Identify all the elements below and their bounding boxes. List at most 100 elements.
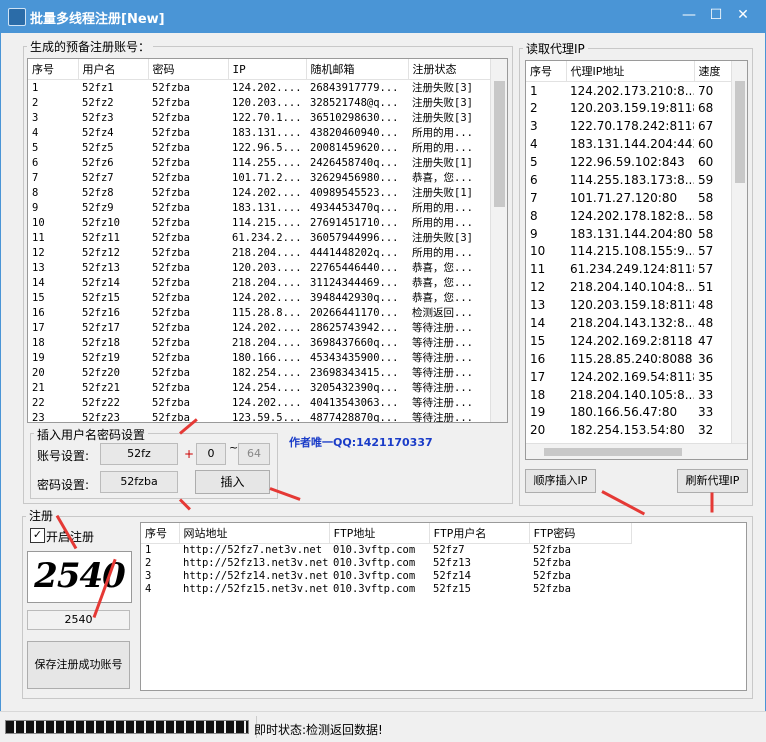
proxy-vscroll-thumb[interactable] bbox=[735, 81, 745, 183]
table-cell: 124.202.173.210:8... bbox=[570, 83, 694, 98]
sequential-insert-ip-button[interactable]: 顺序插入IP bbox=[525, 469, 596, 493]
table-row[interactable]: 1 http://52fz7.net3v.net 010.3vftp.com 52fz… bbox=[141, 544, 631, 557]
table-cell: 26843917779... bbox=[310, 81, 399, 94]
accounts-column-header[interactable]: 注册状态 bbox=[408, 59, 491, 80]
ftp-list[interactable]: 序号 网站地址 FTP地址 FTP用户名 FTP密码 1 http://52fz7.net… bbox=[140, 522, 747, 691]
table-row[interactable]: 19 52fz19 52fzba 180.166.... 45343435900... 等… bbox=[28, 350, 490, 365]
table-row[interactable]: 15 52fz15 52fzba 124.202.... 3948442930q... 恭… bbox=[28, 290, 490, 305]
table-cell: 52fz5 bbox=[82, 141, 114, 154]
table-row[interactable]: 23 52fz23 52fzba 123.59.5... 4877428870q... 等… bbox=[28, 410, 490, 423]
table-cell: 等待注册... bbox=[412, 397, 473, 409]
ftp-column-header[interactable]: FTP密码 bbox=[529, 523, 632, 544]
proxy-column-header[interactable]: 序号 bbox=[526, 61, 567, 82]
table-row[interactable]: 20 52fz20 52fzba 182.254.... 23698343415... 等… bbox=[28, 365, 490, 380]
table-row[interactable]: 2 120.203.159.19:8118 68 bbox=[526, 99, 731, 117]
accounts-column-header[interactable]: 用户名 bbox=[78, 59, 149, 80]
table-row[interactable]: 19 180.166.56.47:80 33 bbox=[526, 404, 731, 422]
accounts-list[interactable]: 序号 用户名 密码 IP 随机邮箱 注册状态 1 52fz1 52fzba 124.202...… bbox=[27, 58, 508, 423]
table-row[interactable]: 13 120.203.159.18:8118 48 bbox=[526, 296, 731, 314]
table-row[interactable]: 7 52fz7 52fzba 101.71.2... 32629456980... 恭喜，… bbox=[28, 170, 490, 185]
ftp-column-header[interactable]: FTP用户名 bbox=[429, 523, 530, 544]
table-cell: 101.71.27.120:80 bbox=[570, 190, 678, 205]
table-row[interactable]: 2 http://52fz13.net3v.net 010.3vftp.com 52f… bbox=[141, 557, 631, 570]
table-row[interactable]: 10 52fz10 52fzba 114.215.... 27691451710... 所… bbox=[28, 215, 490, 230]
table-row[interactable]: 10 114.215.108.155:9... 57 bbox=[526, 243, 731, 261]
app-icon bbox=[8, 8, 26, 26]
table-row[interactable]: 20 182.254.153.54:80 32 bbox=[526, 421, 731, 439]
table-cell: 等待注册... bbox=[412, 352, 473, 364]
end-index-input[interactable]: 64 bbox=[238, 443, 270, 465]
captcha-input[interactable]: 2540 bbox=[27, 610, 130, 630]
table-row[interactable]: 7 101.71.27.120:80 58 bbox=[526, 189, 731, 207]
table-row[interactable]: 4 52fz4 52fzba 183.131.... 43820460940... 所用的… bbox=[28, 125, 490, 140]
accounts-scroll-thumb[interactable] bbox=[494, 81, 505, 207]
table-row[interactable]: 5 52fz5 52fzba 122.96.5... 20081459620... 所用的… bbox=[28, 140, 490, 155]
accounts-scrollbar[interactable] bbox=[490, 59, 507, 422]
proxy-hscroll-thumb[interactable] bbox=[544, 448, 682, 456]
table-row[interactable]: 18 52fz18 52fzba 218.204.... 3698437660q... 等… bbox=[28, 335, 490, 350]
table-cell: 52fzba bbox=[152, 396, 190, 409]
password-input[interactable]: 52fzba bbox=[100, 471, 178, 493]
accounts-column-header[interactable]: IP bbox=[228, 59, 307, 80]
table-row[interactable]: 11 61.234.249.124:8118 57 bbox=[526, 260, 731, 278]
table-row[interactable]: 6 114.255.183.173:8... 59 bbox=[526, 171, 731, 189]
proxy-hscrollbar[interactable] bbox=[526, 443, 747, 459]
accounts-column-header[interactable]: 密码 bbox=[148, 59, 229, 80]
table-cell: 3 bbox=[530, 119, 538, 134]
table-row[interactable]: 5 122.96.59.102:843 60 bbox=[526, 153, 731, 171]
table-row[interactable]: 4 183.131.144.204:443 60 bbox=[526, 135, 731, 153]
table-row[interactable]: 1 52fz1 52fzba 124.202.... 26843917779... 注册失… bbox=[28, 80, 490, 96]
proxy-column-header[interactable]: 速度 bbox=[694, 61, 732, 82]
table-row[interactable]: 16 115.28.85.240:8088 36 bbox=[526, 350, 731, 368]
table-row[interactable]: 8 52fz8 52fzba 124.202.... 40989545523... 注册失… bbox=[28, 185, 490, 200]
table-cell: 124.202.169.2:8118 bbox=[570, 333, 693, 348]
table-row[interactable]: 15 124.202.169.2:8118 47 bbox=[526, 332, 731, 350]
table-row[interactable]: 3 52fz3 52fzba 122.70.1... 365102986​30... 注册… bbox=[28, 110, 490, 125]
insert-button[interactable]: 插入 bbox=[195, 470, 270, 494]
table-row[interactable]: 6 52fz6 52fzba 114.255.... 2426458740q... 注册失… bbox=[28, 155, 490, 170]
enable-register-checkbox[interactable]: ✓ bbox=[30, 528, 45, 543]
account-prefix-input[interactable]: 52fz bbox=[100, 443, 178, 465]
table-row[interactable]: 17 52fz17 52fzba 124.202.... 28625743942... 等… bbox=[28, 320, 490, 335]
close-button[interactable]: ✕ bbox=[730, 4, 756, 26]
table-cell: 180.166.... bbox=[232, 351, 302, 364]
start-index-input[interactable]: 0 bbox=[196, 443, 226, 465]
table-row[interactable]: 3 http://52fz14.net3v.net 010.3vftp.com 52f… bbox=[141, 570, 631, 583]
table-row[interactable]: 3 122.70.178.242:8118 67 bbox=[526, 117, 731, 135]
table-row[interactable]: 14 52fz14 52fzba 218.204.... 31124344469... 恭… bbox=[28, 275, 490, 290]
accounts-column-header[interactable]: 随机邮箱 bbox=[306, 59, 409, 80]
table-row[interactable]: 9 183.131.144.204:80 58 bbox=[526, 225, 731, 243]
table-row[interactable]: 11 52fz11 52fzba 61.234.2... 36057944996... 注… bbox=[28, 230, 490, 245]
table-cell: 52fz2 bbox=[82, 96, 114, 109]
table-row[interactable]: 9 52fz9 52fzba 183.131.... 4934453470q... 所用的… bbox=[28, 200, 490, 215]
proxy-column-header[interactable]: 代理IP地址 bbox=[566, 61, 695, 82]
table-cell: 122.70.178.242:8118 bbox=[570, 119, 694, 134]
table-row[interactable]: 13 52fz13 52fzba 120.203.... 22765446440... 恭… bbox=[28, 260, 490, 275]
table-cell: 60 bbox=[698, 137, 714, 152]
table-row[interactable]: 21 52fz21 52fzba 124.254.... 3205432390q... 等… bbox=[28, 380, 490, 395]
refresh-proxy-ip-button[interactable]: 刷新代理IP bbox=[677, 469, 748, 493]
table-row[interactable]: 1 124.202.173.210:8... 70 bbox=[526, 82, 731, 100]
minimize-button[interactable]: — bbox=[676, 4, 702, 26]
save-success-accounts-button[interactable]: 保存注册成功账号 bbox=[27, 641, 130, 689]
table-cell: 1 bbox=[530, 83, 538, 98]
ftp-column-header[interactable]: 序号 bbox=[141, 523, 180, 544]
ftp-column-header[interactable]: 网站地址 bbox=[179, 523, 330, 544]
table-cell: 40413543063... bbox=[310, 396, 399, 409]
table-row[interactable]: 22 52fz22 52fzba 124.202.... 40413543063... 等… bbox=[28, 395, 490, 410]
proxy-list[interactable]: 序号 代理IP地址 速度 1 124.202.173.210:8... 70 2 120.2… bbox=[525, 60, 748, 460]
table-row[interactable]: 18 218.204.140.105:8... 33 bbox=[526, 386, 731, 404]
table-row[interactable]: 4 http://52fz15.net3v.net 010.3vftp.com 52f… bbox=[141, 583, 631, 596]
table-row[interactable]: 12 52fz12 52fzba 218.204.... 4441448202q... 所… bbox=[28, 245, 490, 260]
ftp-column-header[interactable]: FTP地址 bbox=[329, 523, 430, 544]
table-row[interactable]: 2 52fz2 52fzba 120.203.... 32852174​8@q... 注册… bbox=[28, 95, 490, 110]
table-cell: 52fz1 bbox=[82, 81, 114, 94]
accounts-column-header[interactable]: 序号 bbox=[28, 59, 79, 80]
table-row[interactable]: 14 218.204.143.132:8... 48 bbox=[526, 314, 731, 332]
table-row[interactable]: 8 124.202.178.182:8... 58 bbox=[526, 207, 731, 225]
table-row[interactable]: 16 52fz16 52fzba 115.28.8... 20266441170... 检… bbox=[28, 305, 490, 320]
proxy-vscrollbar[interactable] bbox=[731, 61, 747, 443]
table-row[interactable]: 12 218.204.140.104:8... 51 bbox=[526, 278, 731, 296]
table-row[interactable]: 17 124.202.169.54:8118 35 bbox=[526, 368, 731, 386]
maximize-button[interactable]: ☐ bbox=[703, 4, 729, 26]
